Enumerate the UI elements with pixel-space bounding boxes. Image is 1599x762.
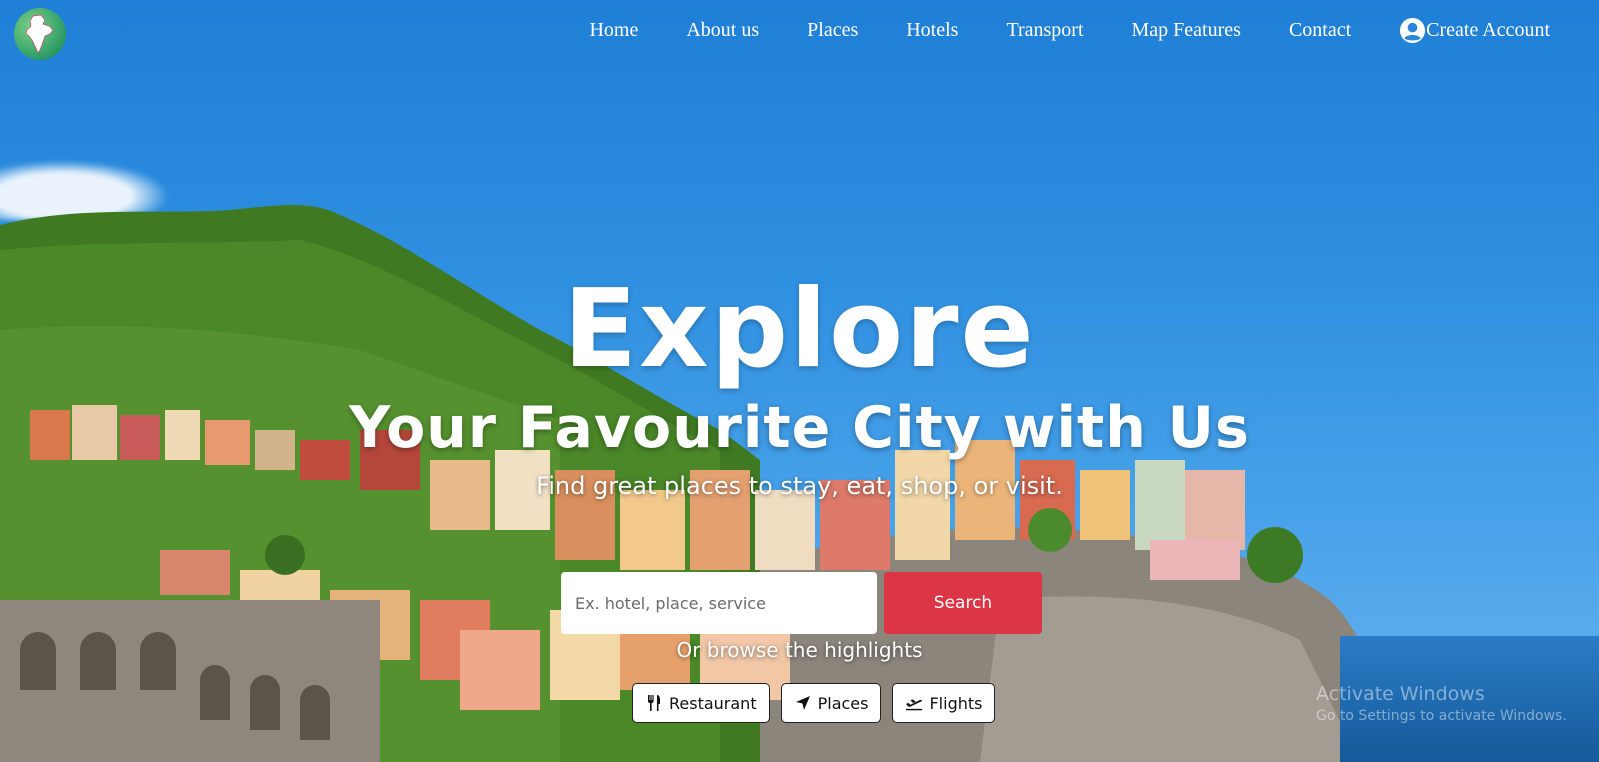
restaurant-label: Restaurant [669,693,757,713]
flights-chip[interactable]: Flights [892,683,996,723]
places-chip[interactable]: Places [780,683,882,723]
flights-label: Flights [929,693,983,713]
search-bar: Search [561,572,1042,634]
highlight-chips: Restaurant Places Flights [632,683,996,723]
search-input[interactable] [561,572,877,634]
hero-subtitle: Your Favourite City with Us [349,395,1250,461]
hero-title: Explore [563,267,1036,392]
search-button[interactable]: Search [884,572,1042,634]
utensils-icon [648,695,660,711]
watermark-title: Activate Windows [1316,683,1485,705]
places-label: Places [817,693,869,713]
plane-departure-icon [906,699,923,711]
browse-label: Or browse the highlights [676,638,923,662]
restaurant-chip[interactable]: Restaurant [632,683,770,723]
hero-tagline: Find great places to stay, eat, shop, or… [536,472,1063,500]
watermark-subtitle: Go to Settings to activate Windows. [1316,708,1567,724]
hero-content: Explore Your Favourite City with Us Find… [0,0,1599,762]
windows-activation-watermark: Activate Windows Go to Settings to activ… [1316,682,1567,726]
location-arrow-icon [795,696,810,710]
